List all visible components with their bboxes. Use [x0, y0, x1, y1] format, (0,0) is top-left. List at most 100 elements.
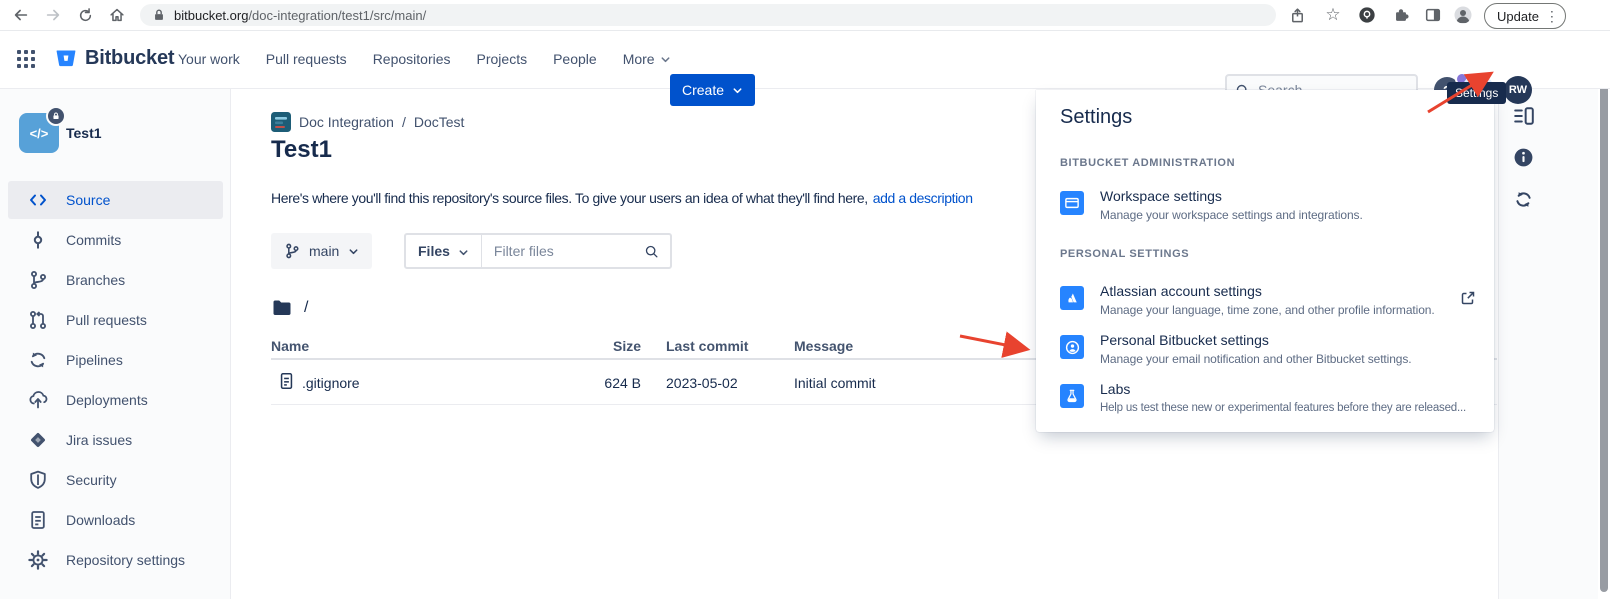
browser-forward-button[interactable] — [42, 4, 64, 26]
file-commit-message: Initial commit — [794, 375, 876, 391]
column-header-name: Name — [271, 338, 309, 354]
divider — [481, 235, 482, 267]
browser-update-button[interactable]: Update ⋮ — [1484, 3, 1566, 29]
password-extension-icon[interactable] — [1356, 4, 1378, 26]
nav-your-work[interactable]: Your work — [178, 51, 240, 67]
breadcrumb-project[interactable]: DocTest — [414, 114, 465, 130]
repo-description: Here's where you'll find this repository… — [271, 190, 973, 206]
sidebar-item-commits[interactable]: Commits — [0, 220, 231, 260]
repo-sidebar: </> Test1 Source Commits Branches Pull r… — [0, 88, 231, 599]
sidebar-item-pull-requests[interactable]: Pull requests — [0, 300, 231, 340]
sidebar-item-branches[interactable]: Branches — [0, 260, 231, 300]
branch-selector[interactable]: main — [271, 233, 372, 269]
repo-nav: Source Commits Branches Pull requests Pi… — [0, 180, 231, 580]
branch-name: main — [309, 243, 339, 259]
nav-more-label: More — [623, 51, 655, 67]
brand-name: Bitbucket — [85, 47, 174, 70]
source-code-icon — [28, 190, 48, 210]
avatar-initials: RW — [1509, 84, 1527, 96]
sync-icon[interactable] — [1513, 189, 1534, 210]
commit-icon — [28, 230, 48, 250]
nav-people[interactable]: People — [553, 51, 597, 67]
settings-dropdown-panel: Settings BITBUCKET ADMINISTRATION Worksp… — [1036, 90, 1494, 432]
labs-flask-icon — [1060, 384, 1084, 408]
path-label: / — [304, 299, 308, 317]
private-repo-lock-icon — [46, 106, 66, 126]
browser-home-button[interactable] — [106, 4, 128, 26]
chevron-down-icon — [660, 54, 671, 65]
user-avatar[interactable]: RW — [1504, 76, 1532, 104]
deployments-cloud-icon — [28, 390, 48, 410]
sidebar-item-pipelines[interactable]: Pipelines — [0, 340, 231, 380]
bookmark-star-icon[interactable]: ☆ — [1322, 4, 1344, 26]
chevron-down-icon — [732, 85, 743, 96]
file-last-commit[interactable]: 2023-05-02 — [666, 375, 738, 391]
sidebar-item-downloads[interactable]: Downloads — [0, 500, 231, 540]
breadcrumb: Doc Integration / DocTest — [271, 112, 464, 132]
share-icon[interactable] — [1286, 4, 1308, 26]
sidebar-item-jira-issues[interactable]: Jira issues — [0, 420, 231, 460]
pipelines-icon — [28, 350, 48, 370]
menu-item-personal-bitbucket-settings[interactable]: Personal Bitbucket settings Manage your … — [1060, 332, 1412, 367]
browser-toolbar: bitbucket.org/doc-integration/test1/src/… — [0, 0, 1610, 31]
side-panel-icon[interactable] — [1422, 4, 1444, 26]
menu-item-workspace-settings[interactable]: Workspace settings Manage your workspace… — [1060, 188, 1363, 223]
filter-files-input[interactable]: Filter files — [494, 243, 644, 259]
file-icon — [278, 372, 295, 390]
breadcrumb-separator: / — [402, 114, 406, 130]
sidebar-item-security[interactable]: Security — [0, 460, 231, 500]
folder-icon — [272, 299, 292, 317]
nav-more[interactable]: More — [623, 51, 671, 67]
repo-name: Test1 — [66, 125, 102, 141]
bitbucket-logo[interactable]: Bitbucket — [54, 46, 174, 70]
external-link-icon — [1460, 290, 1476, 306]
file-name-link[interactable]: .gitignore — [302, 375, 360, 391]
nav-pull-requests[interactable]: Pull requests — [266, 51, 347, 67]
arrow-to-personal-bitbucket-settings — [960, 336, 1026, 349]
files-dropdown[interactable]: Files — [418, 243, 450, 259]
bitbucket-bucket-icon — [54, 46, 78, 70]
settings-panel-title: Settings — [1060, 106, 1132, 129]
column-header-size: Size — [560, 338, 641, 354]
section-bitbucket-administration: BITBUCKET ADMINISTRATION — [1060, 157, 1235, 169]
nav-projects[interactable]: Projects — [477, 51, 528, 67]
add-description-link[interactable]: add a description — [873, 190, 973, 206]
workspace-avatar — [271, 112, 291, 132]
browser-scrollbar[interactable] — [1598, 30, 1610, 599]
page-title: Test1 — [271, 136, 332, 164]
menu-item-labs[interactable]: Labs Help us test these new or experimen… — [1060, 381, 1466, 416]
browser-back-button[interactable] — [10, 4, 32, 26]
personal-settings-icon — [1060, 335, 1084, 359]
chevron-down-icon[interactable] — [458, 247, 469, 258]
ssl-lock-icon — [152, 8, 166, 22]
branch-icon — [284, 243, 300, 259]
app-switcher-grid-icon[interactable] — [16, 49, 36, 69]
open-details-panel-icon[interactable] — [1513, 105, 1535, 127]
nav-repositories[interactable]: Repositories — [373, 51, 451, 67]
column-header-last-commit: Last commit — [666, 338, 748, 354]
url-text: bitbucket.org/doc-integration/test1/src/… — [174, 8, 426, 23]
menu-item-atlassian-account-settings[interactable]: Atlassian account settings Manage your l… — [1060, 283, 1435, 318]
workspace-settings-icon — [1060, 191, 1084, 215]
info-icon[interactable] — [1513, 147, 1534, 168]
pull-request-icon — [28, 310, 48, 330]
atlassian-logo-icon — [1060, 286, 1084, 310]
sidebar-item-repository-settings[interactable]: Repository settings — [0, 540, 231, 580]
sidebar-item-source[interactable]: Source — [0, 180, 231, 220]
browser-reload-button[interactable] — [74, 4, 96, 26]
jira-diamond-icon — [28, 430, 48, 450]
current-path: / — [272, 299, 308, 317]
column-header-message: Message — [794, 338, 853, 354]
right-rail — [1498, 88, 1600, 599]
sidebar-item-deployments[interactable]: Deployments — [0, 380, 231, 420]
breadcrumb-workspace[interactable]: Doc Integration — [299, 114, 394, 130]
search-icon — [644, 244, 659, 259]
extensions-puzzle-icon[interactable] — [1390, 4, 1412, 26]
browser-profile-avatar[interactable] — [1452, 4, 1474, 26]
url-bar[interactable]: bitbucket.org/doc-integration/test1/src/… — [140, 4, 1276, 26]
file-size: 624 B — [560, 375, 641, 391]
scrollbar-thumb[interactable] — [1600, 34, 1608, 592]
shield-icon — [28, 470, 48, 490]
browser-menu-icon[interactable]: ⋮ — [1545, 8, 1559, 25]
create-button[interactable]: Create — [670, 74, 755, 106]
